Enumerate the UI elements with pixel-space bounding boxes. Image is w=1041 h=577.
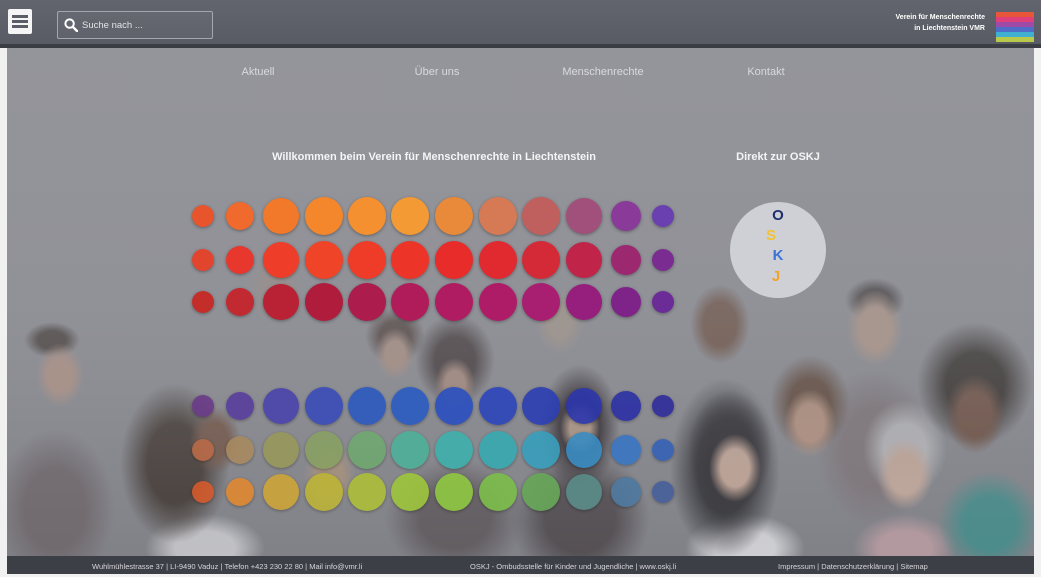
menu-icon-bar <box>12 25 28 28</box>
color-circle <box>611 435 641 465</box>
color-circle <box>348 387 386 425</box>
color-circle <box>192 439 214 461</box>
footer-oskj: OSKJ - Ombudsstelle für Kinder und Jugen… <box>470 556 676 574</box>
footer-street: Wuhlmühlestrasse 37 <box>92 562 164 571</box>
color-circle <box>226 392 254 420</box>
footer-sitemap-link[interactable]: Sitemap <box>900 556 928 574</box>
color-circle <box>348 431 386 469</box>
menu-icon-bar <box>12 20 28 23</box>
color-circle <box>226 478 254 506</box>
color-circle <box>305 387 343 425</box>
color-circle <box>263 474 299 510</box>
org-name-line1: Verein für Menschenrechte <box>895 14 985 21</box>
color-circle <box>522 473 560 511</box>
footer-contact: Wuhlmühlestrasse 37 | LI-9490 Vaduz | Te… <box>92 556 362 574</box>
color-circle <box>522 431 560 469</box>
color-circle <box>226 436 254 464</box>
color-circle <box>305 473 343 511</box>
footer-phone-link[interactable]: Telefon +423 230 22 80 <box>224 556 303 574</box>
color-circle <box>566 474 602 510</box>
footer-impressum-link[interactable]: Impressum <box>778 556 815 574</box>
org-name-line2: in Liechtenstein VMR <box>914 25 985 32</box>
footer-legal: Impressum | Datenschutzerklärung | Sitem… <box>778 556 928 574</box>
color-circle <box>479 387 517 425</box>
color-circle <box>192 395 214 417</box>
color-circle <box>348 473 386 511</box>
color-circle <box>305 431 343 469</box>
footer-city: LI-9490 Vaduz <box>170 562 219 571</box>
vmr-logo[interactable] <box>996 12 1034 42</box>
hero-section: Aktuell Über uns Menschenrechte Kontakt … <box>7 48 1034 556</box>
search-input[interactable] <box>82 12 206 38</box>
color-circle <box>652 439 674 461</box>
color-circle <box>391 473 429 511</box>
footer: Wuhlmühlestrasse 37 | LI-9490 Vaduz | Te… <box>7 556 1034 574</box>
footer-oskj-name-link[interactable]: OSKJ - Ombudsstelle für Kinder und Jugen… <box>470 556 633 574</box>
circle-grid-bottom <box>7 48 1034 556</box>
top-bar: Verein für Menschenrechte in Liechtenste… <box>0 0 1041 48</box>
footer-privacy-link[interactable]: Datenschutzerklärung <box>821 556 894 574</box>
logo-stripe <box>996 37 1034 42</box>
color-circle <box>192 481 214 503</box>
color-circle <box>611 477 641 507</box>
color-circle <box>652 395 674 417</box>
color-circle <box>435 387 473 425</box>
color-circle <box>391 431 429 469</box>
search-box[interactable] <box>57 11 213 39</box>
color-circle <box>652 481 674 503</box>
color-circle <box>391 387 429 425</box>
color-circle <box>479 473 517 511</box>
color-circle <box>522 387 560 425</box>
menu-button[interactable] <box>8 9 32 34</box>
color-circle <box>435 431 473 469</box>
org-name[interactable]: Verein für Menschenrechte in Liechtenste… <box>896 12 985 34</box>
menu-icon[interactable] <box>8 9 32 34</box>
color-circle <box>435 473 473 511</box>
footer-oskj-website-link[interactable]: www.oskj.li <box>640 556 677 574</box>
color-circle <box>479 431 517 469</box>
color-circle <box>263 432 299 468</box>
color-circle <box>566 388 602 424</box>
color-circle <box>263 388 299 424</box>
color-circle <box>566 432 602 468</box>
search-icon[interactable] <box>64 18 79 33</box>
menu-icon-bar <box>12 15 28 18</box>
color-circle <box>611 391 641 421</box>
footer-mail-link[interactable]: Mail info@vmr.li <box>309 556 362 574</box>
